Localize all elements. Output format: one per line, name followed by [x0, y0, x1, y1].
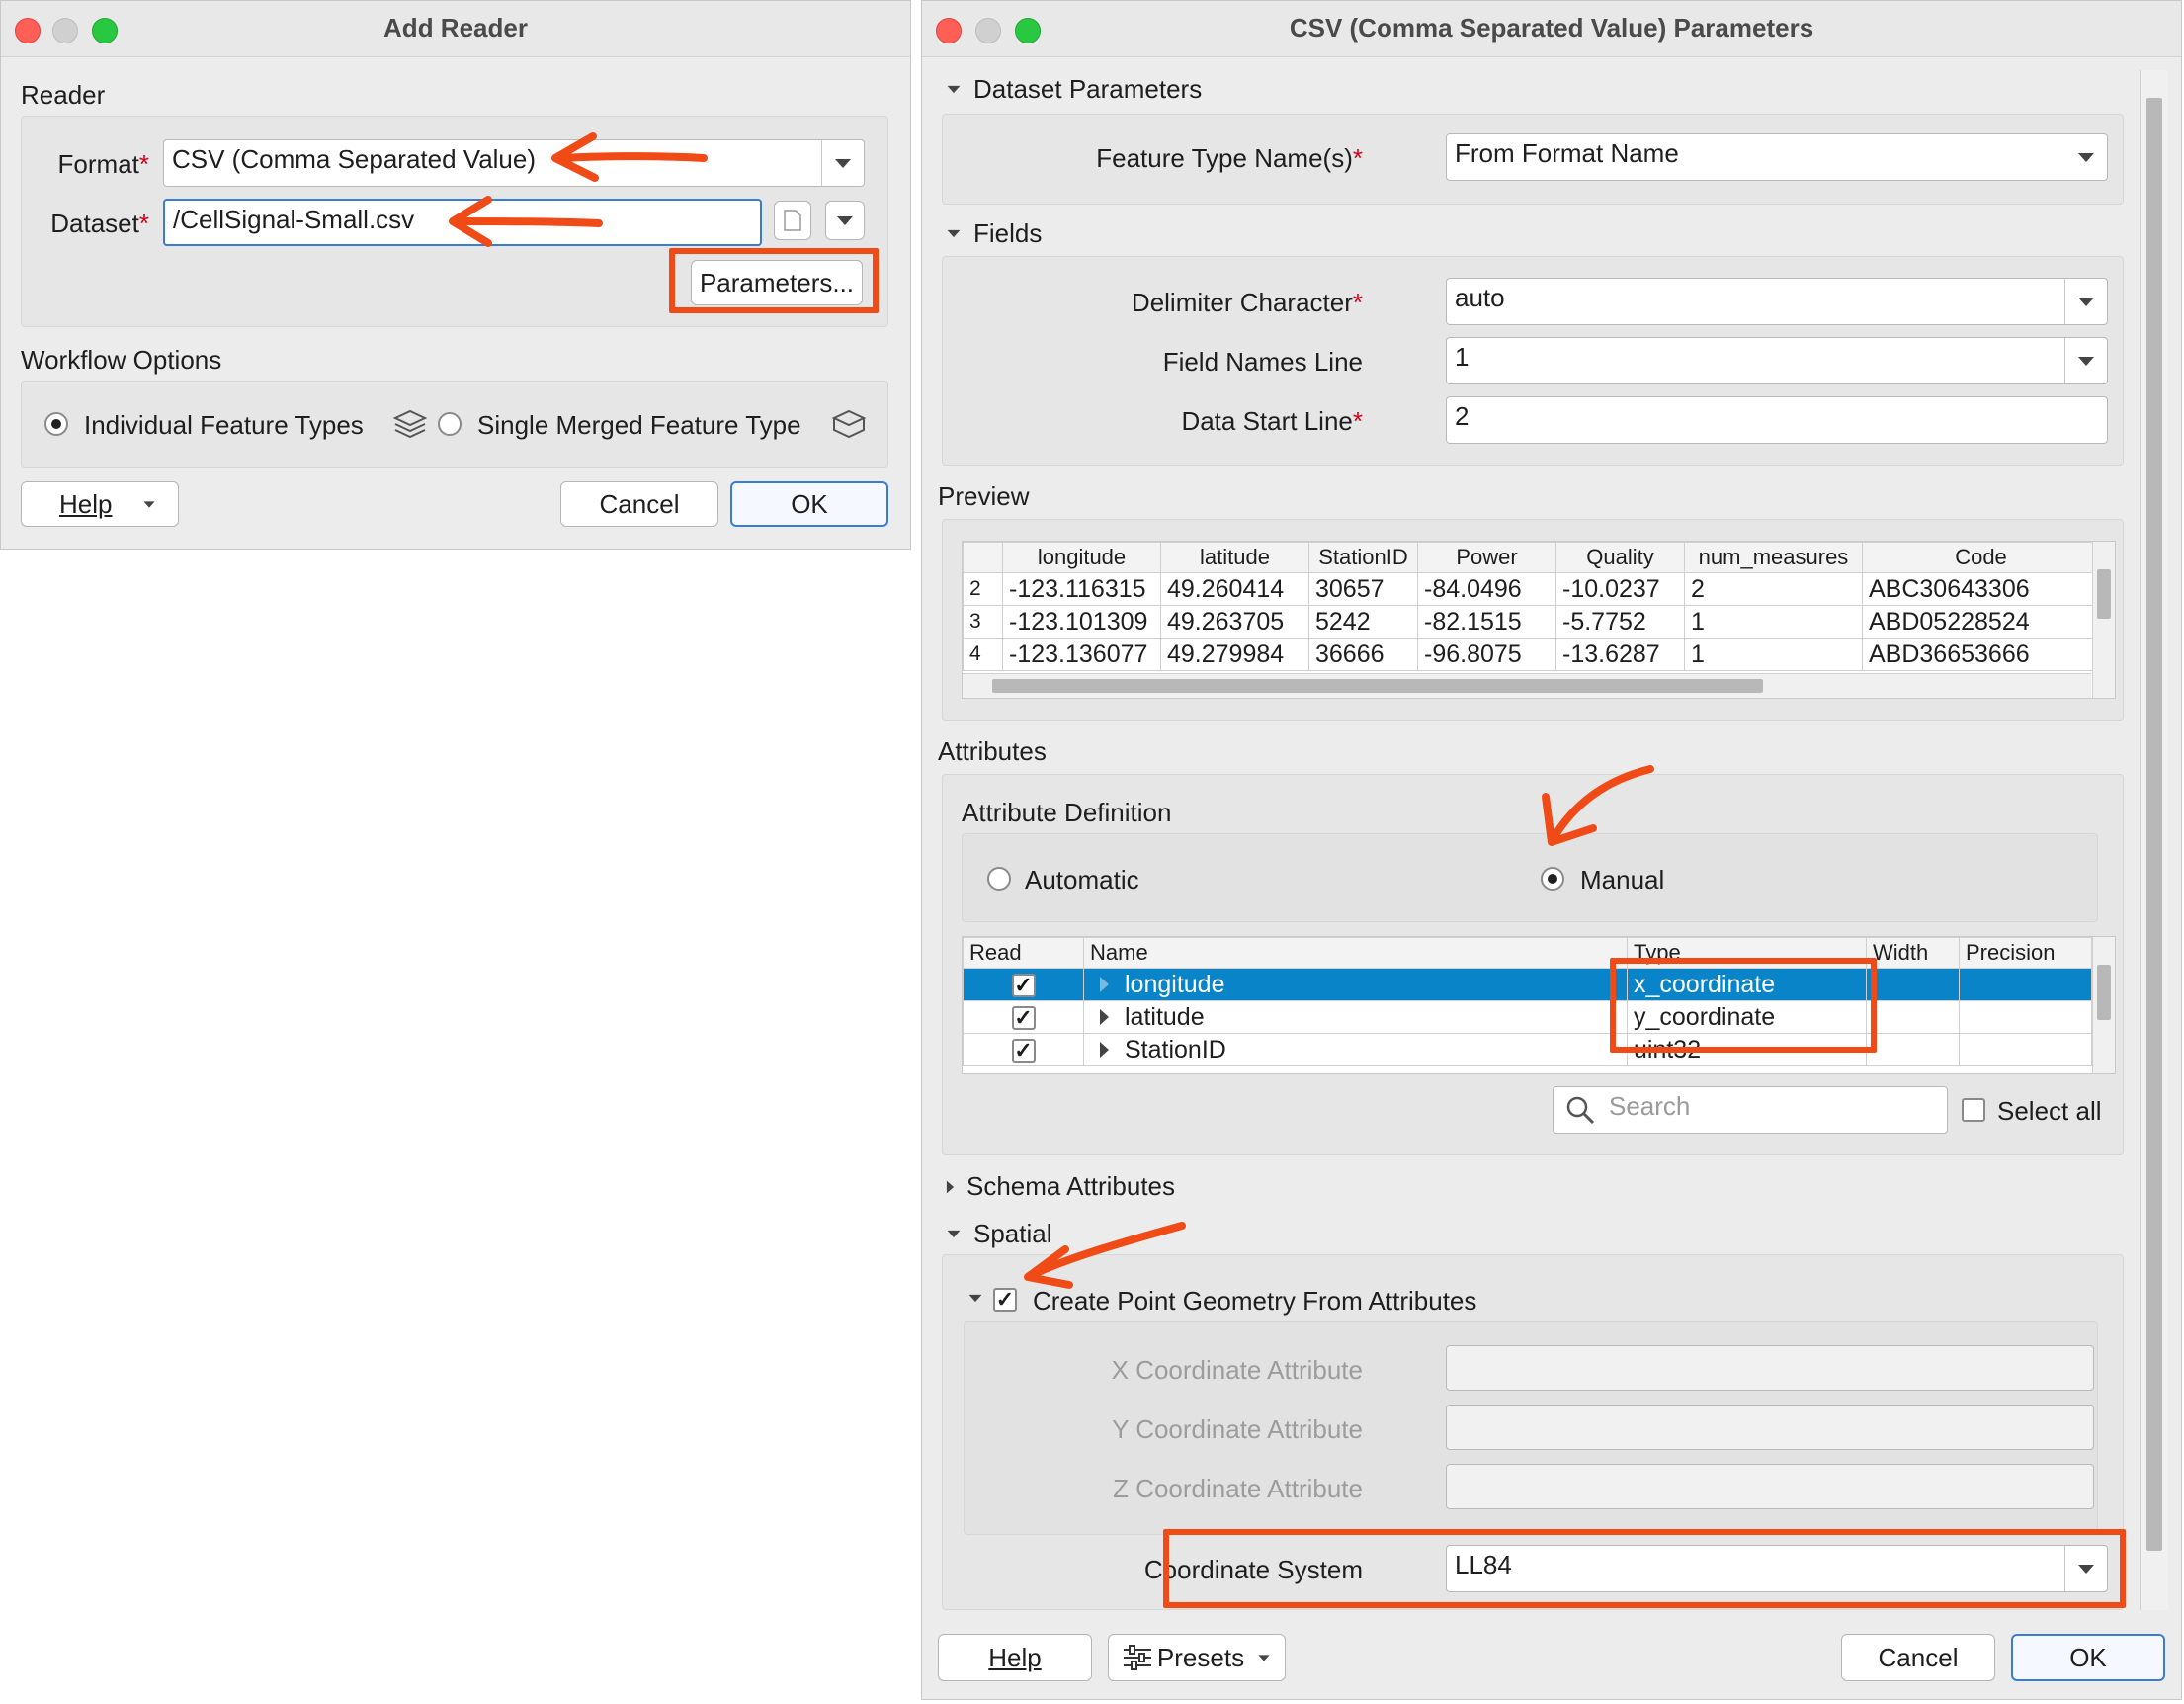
- arrow-to-format: [551, 132, 708, 182]
- arrow-to-manual: [1542, 765, 1654, 846]
- annotation-arrows-right: [1024, 765, 1654, 1289]
- arrow-to-create-point: [1024, 1222, 1186, 1289]
- arrow-to-dataset: [449, 196, 603, 247]
- annotation-arrows-left: [449, 132, 708, 247]
